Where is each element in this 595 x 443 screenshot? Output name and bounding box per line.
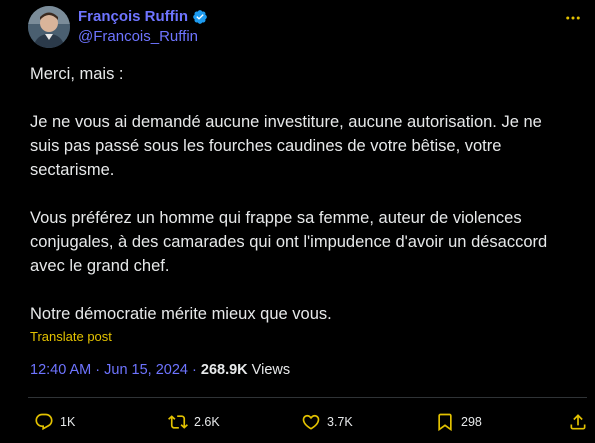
share-icon [570, 414, 586, 430]
repost-icon [168, 415, 188, 429]
timestamp[interactable]: 12:40 AM · Jun 15, 2024 [30, 362, 188, 378]
avatar[interactable] [28, 6, 70, 48]
avatar-image [28, 6, 70, 48]
bookmark-button[interactable]: 298 [435, 410, 482, 434]
tweet-paragraph: Vous préférez un homme qui frappe sa fem… [30, 209, 548, 275]
bookmark-icon [438, 413, 452, 432]
views-count: 268.9K [200, 362, 248, 378]
tweet-text: Merci, mais : Je ne vous ai demandé aucu… [30, 62, 575, 350]
repost-button[interactable]: 2.6K [168, 410, 220, 434]
display-name[interactable]: François Ruffin [78, 8, 188, 26]
reply-button[interactable]: 1K [34, 410, 75, 434]
action-bar: 1K 2.6K 3.7K 298 [30, 410, 589, 434]
heart-icon [302, 414, 320, 430]
translate-post-link[interactable]: Translate post [30, 329, 112, 345]
divider [28, 397, 587, 398]
verified-badge-icon [192, 9, 208, 25]
tweet-paragraph: Je ne vous ai demandé aucune investiture… [30, 113, 542, 179]
tweet-paragraph: Notre démocratie mérite mieux que vous. [30, 305, 332, 323]
like-button[interactable]: 3.7K [301, 410, 353, 434]
tweet-meta: 12:40 AM · Jun 15, 2024 · 268.9K Views [30, 361, 290, 379]
views-label: Views [247, 362, 291, 378]
meta-separator: · [188, 362, 201, 378]
tweet-header: François Ruffin @Francois_Ruffin [28, 6, 585, 48]
like-count: 3.7K [327, 415, 353, 429]
name-row: François Ruffin [78, 8, 208, 26]
reply-icon [35, 413, 53, 431]
handle[interactable]: @Francois_Ruffin [78, 28, 198, 46]
more-options-button[interactable] [561, 6, 585, 30]
repost-count: 2.6K [194, 415, 220, 429]
reply-count: 1K [60, 415, 76, 429]
bookmark-count: 298 [461, 415, 482, 429]
share-button[interactable] [568, 410, 588, 434]
tweet-paragraph: Merci, mais : [30, 65, 124, 83]
more-dots-icon [566, 16, 580, 20]
